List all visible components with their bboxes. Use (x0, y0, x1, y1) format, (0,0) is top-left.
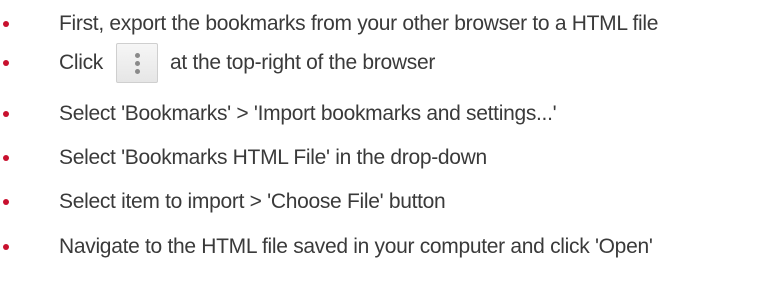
list-item: Select 'Bookmarks HTML File' in the drop… (0, 140, 768, 176)
bullet-icon (3, 244, 9, 250)
step-text-before: Click (59, 51, 103, 74)
list-item: Click at the top-right of the browser (0, 43, 768, 83)
list-item: Select item to import > 'Choose File' bu… (0, 184, 768, 220)
bullet-icon (3, 111, 9, 117)
bullet-icon (3, 199, 9, 205)
bullet-icon (3, 155, 9, 161)
step-text: Click at the top-right of the browser (59, 43, 435, 83)
more-vertical-icon (116, 43, 158, 83)
step-text: Select 'Bookmarks HTML File' in the drop… (59, 146, 487, 169)
step-text: First, export the bookmarks from your ot… (59, 12, 659, 35)
step-text-after: at the top-right of the browser (170, 51, 436, 74)
list-item: Select 'Bookmarks' > 'Import bookmarks a… (0, 96, 768, 132)
list-item: Navigate to the HTML file saved in your … (0, 229, 768, 265)
step-text: Select 'Bookmarks' > 'Import bookmarks a… (59, 102, 557, 125)
list-item: First, export the bookmarks from your ot… (0, 6, 768, 42)
step-text: Navigate to the HTML file saved in your … (59, 235, 653, 258)
bullet-icon (3, 21, 9, 27)
bullet-icon (3, 60, 9, 66)
step-text: Select item to import > 'Choose File' bu… (59, 190, 446, 213)
